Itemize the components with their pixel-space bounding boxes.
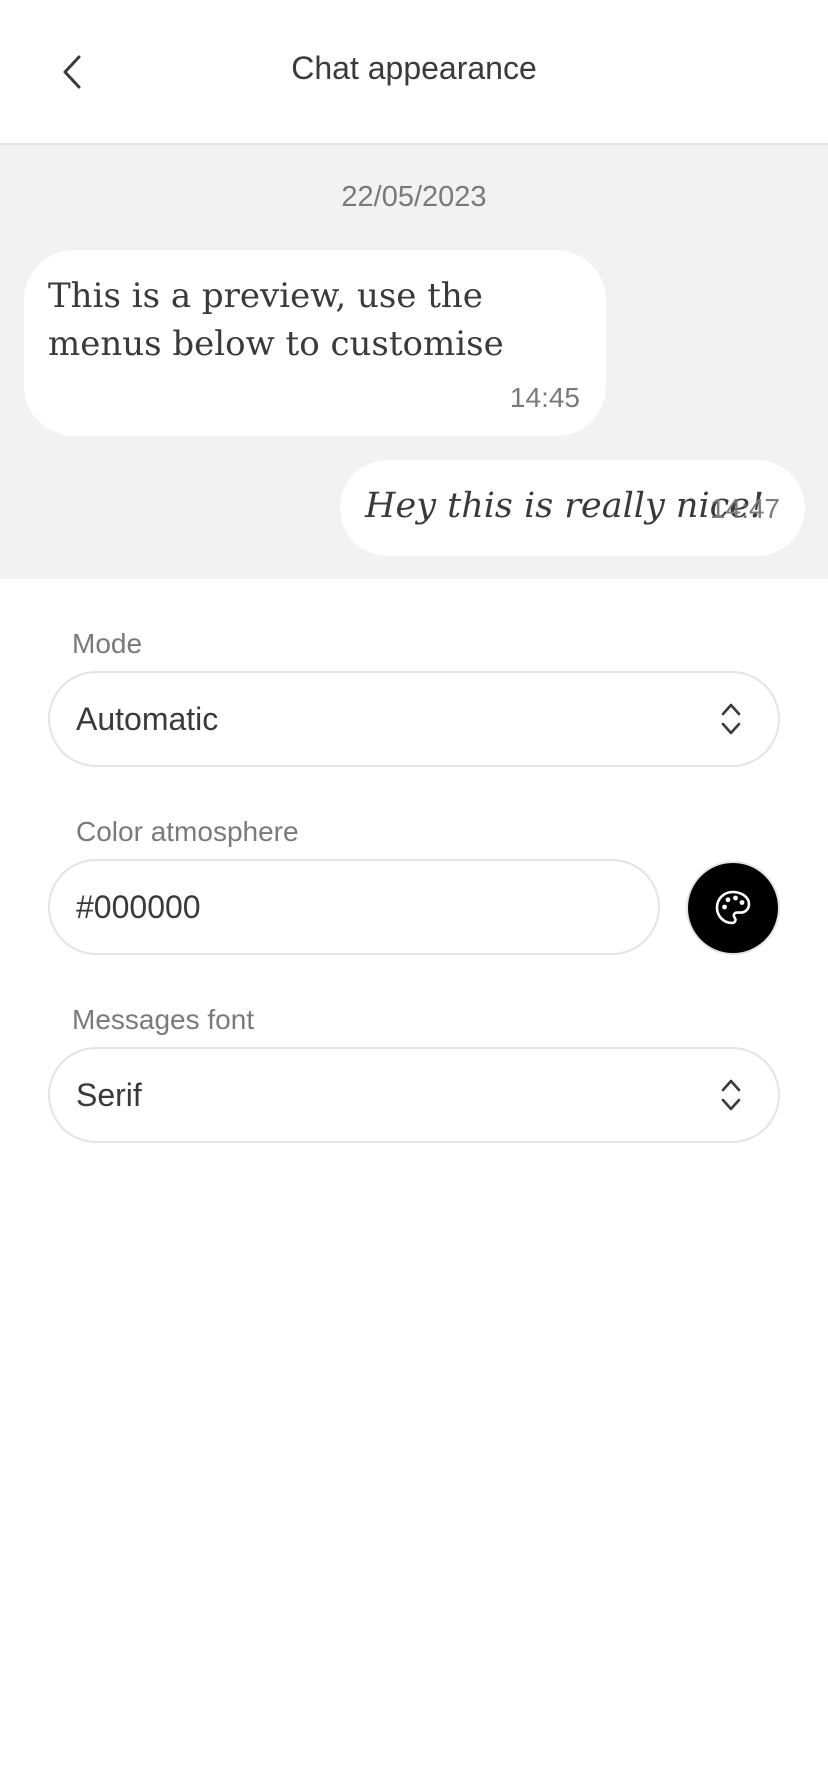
outgoing-message-time: 14:47 xyxy=(709,493,780,524)
messages-font-label: Messages font xyxy=(72,1004,255,1035)
incoming-message-text: This is a preview, use the menus below t… xyxy=(48,276,504,364)
palette-icon xyxy=(715,890,751,925)
chat-preview: 22/05/2023 This is a preview, use the me… xyxy=(0,145,828,579)
page-title: Chat appearance xyxy=(291,50,537,86)
mode-select-value: Automatic xyxy=(76,700,219,737)
color-atmosphere-field[interactable] xyxy=(48,859,660,955)
color-picker-button[interactable] xyxy=(686,861,780,955)
header-bar: Chat appearance xyxy=(0,0,828,145)
mode-label: Mode xyxy=(72,628,143,659)
chevron-up-down-icon xyxy=(721,1079,741,1111)
messages-font-select[interactable]: Serif xyxy=(48,1047,780,1143)
outgoing-message-text: Hey this is really nice! xyxy=(365,486,765,526)
incoming-message-bubble: This is a preview, use the menus below t… xyxy=(24,250,606,436)
chevron-up-down-icon xyxy=(721,703,741,735)
color-atmosphere-label: Color atmosphere xyxy=(76,816,299,847)
color-hex-input[interactable] xyxy=(76,888,658,926)
date-separator: 22/05/2023 xyxy=(341,181,487,213)
outgoing-message-bubble: Hey this is really nice! 14:47 xyxy=(340,460,805,556)
mode-select[interactable]: Automatic xyxy=(48,671,780,767)
messages-font-select-value: Serif xyxy=(76,1076,142,1113)
incoming-message-time: 14:45 xyxy=(509,382,580,413)
chat-appearance-screen: Chat appearance 22/05/2023 This is a pre… xyxy=(0,0,828,1792)
